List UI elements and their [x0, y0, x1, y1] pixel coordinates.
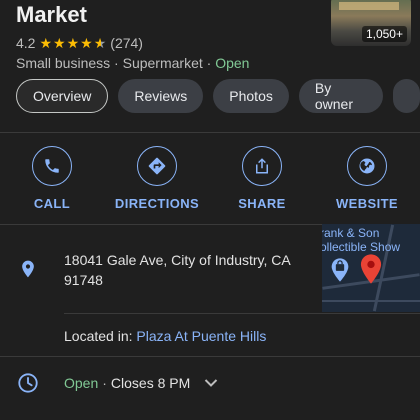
category-2: Supermarket	[122, 55, 203, 71]
star-icon: ★	[39, 35, 53, 51]
address-line-1: 18041 Gale Ave, City of Industry, CA	[64, 252, 291, 268]
star-icon: ★	[66, 35, 80, 51]
divider	[0, 132, 420, 133]
place-photo-thumbnail[interactable]: 1,050+	[331, 0, 411, 46]
hours-open-status: Open	[64, 375, 99, 391]
globe-icon	[347, 146, 387, 186]
location-pin-icon	[18, 258, 38, 285]
red-map-pin-icon	[360, 254, 382, 289]
dot-separator: ·	[114, 55, 119, 71]
star-half-icon: ★	[93, 35, 107, 51]
address-line-2: 91748	[64, 272, 103, 288]
hours-row[interactable]: Open · Closes 8 PM	[64, 375, 218, 391]
shopping-bag-icon	[330, 258, 350, 287]
phone-icon	[32, 146, 72, 186]
review-count: (274)	[110, 35, 143, 51]
directions-label: DIRECTIONS	[114, 196, 200, 211]
clock-icon	[17, 372, 39, 399]
share-label: SHARE	[238, 196, 286, 211]
map-label-2: ollectible Show	[322, 240, 401, 254]
tab-overflow[interactable]	[393, 79, 420, 113]
divider	[0, 356, 420, 357]
star-icon: ★	[80, 35, 93, 51]
photo-count: 1,050+	[361, 26, 407, 42]
tab-by-owner[interactable]: By owner	[298, 79, 384, 113]
directions-icon	[137, 146, 177, 186]
address[interactable]: 18041 Gale Ave, City of Industry, CA 917…	[64, 250, 314, 290]
star-icon: ★	[53, 35, 66, 51]
storefront-sign	[339, 2, 399, 10]
map-preview[interactable]: rank & Son ollectible Show	[322, 224, 420, 312]
divider	[64, 313, 420, 314]
website-button[interactable]: WEBSITE	[317, 146, 417, 211]
tab-bar: Overview Reviews Photos By owner	[16, 79, 420, 113]
dot-separator: ·	[206, 55, 212, 71]
rating-stars: ★ ★ ★ ★ ★	[39, 36, 106, 50]
tab-overview[interactable]: Overview	[16, 79, 109, 113]
rating-row[interactable]: 4.2 ★ ★ ★ ★ ★ (274)	[16, 35, 143, 51]
tab-reviews[interactable]: Reviews	[118, 79, 204, 113]
website-label: WEBSITE	[335, 196, 399, 211]
place-title: Market	[16, 2, 87, 27]
category-row: Small business · Supermarket · Open	[16, 55, 249, 71]
closing-time: Closes 8 PM	[110, 375, 191, 391]
rating-value: 4.2	[16, 35, 36, 51]
category-1: Small business	[16, 55, 111, 71]
share-icon	[242, 146, 282, 186]
map-label-1: rank & Son	[322, 226, 380, 240]
open-status: Open	[215, 55, 250, 71]
map-road	[322, 300, 420, 302]
call-button[interactable]: CALL	[2, 146, 102, 211]
located-in-row: Located in: Plaza At Puente Hills	[64, 328, 266, 344]
share-button[interactable]: SHARE	[212, 146, 312, 211]
located-in-link[interactable]: Plaza At Puente Hills	[136, 328, 266, 344]
directions-button[interactable]: DIRECTIONS	[107, 146, 207, 211]
call-label: CALL	[33, 196, 71, 211]
tab-photos[interactable]: Photos	[213, 79, 289, 113]
chevron-down-icon[interactable]	[204, 375, 218, 391]
dot-separator: ·	[102, 375, 107, 391]
located-in-prefix: Located in:	[64, 328, 133, 344]
